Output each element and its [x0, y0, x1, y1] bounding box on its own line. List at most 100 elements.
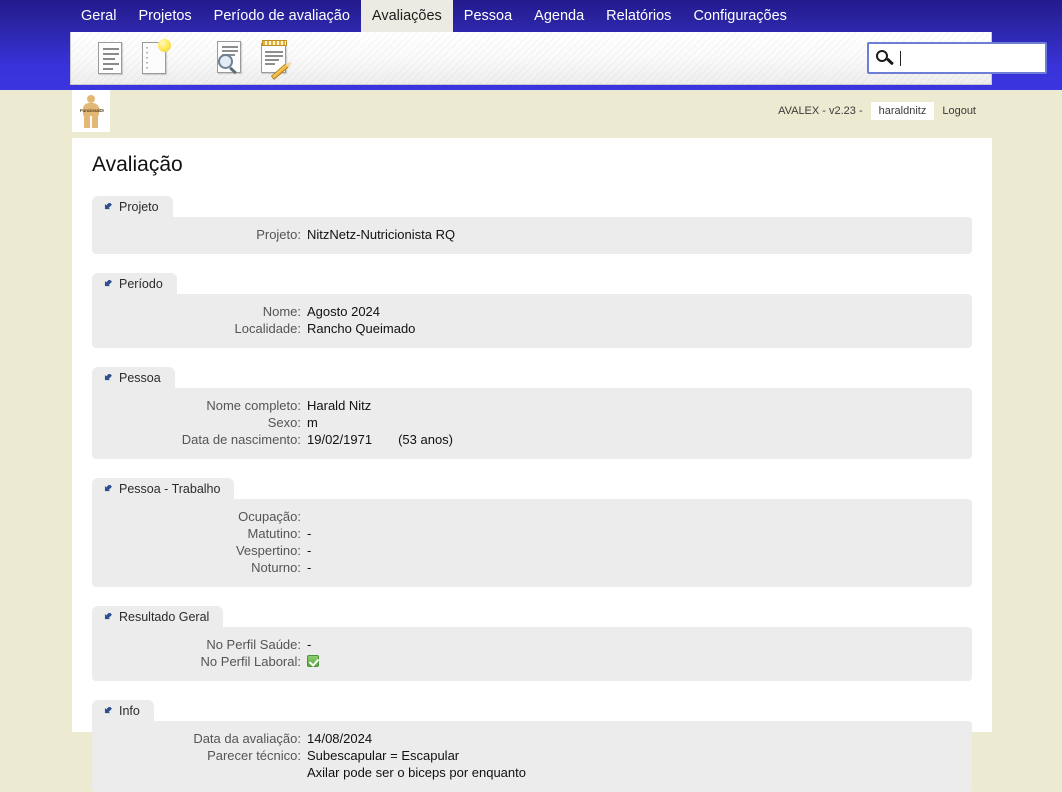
menu-item-projetos[interactable]: Projetos: [127, 0, 202, 32]
field-value: Axilar pode ser o biceps por enquanto: [307, 764, 526, 781]
section-body: Ocupação: Matutino: - Vespertino: - Noturno: -: [92, 499, 972, 587]
logout-link[interactable]: Logout: [934, 102, 984, 120]
field-label: Data de nascimento:: [181, 432, 301, 447]
magnifier-icon: [218, 54, 233, 69]
field-label: Noturno:: [251, 560, 301, 575]
field-label: Matutino:: [247, 526, 301, 541]
field-row: Projeto: NitzNetz-Nutricionista RQ: [92, 226, 972, 243]
field-value: [307, 653, 319, 670]
menu-item-per-odo-de-avalia-o[interactable]: Período de avaliação: [203, 0, 361, 32]
section-body: Nome completo: Harald Nitz Sexo: m Data de n…: [92, 388, 972, 459]
main-content: Avaliação Projeto Projeto: NitzNetz-Nutric…: [72, 138, 992, 792]
section-pessoa: Pessoa Nome completo: Harald Nitz Sexo: m Dat…: [92, 367, 972, 459]
section-body: Projeto: NitzNetz-Nutricionista RQ: [92, 217, 972, 254]
field-value-text: m: [307, 415, 318, 430]
sections-container: Projeto Projeto: NitzNetz-Nutricionista RQ…: [92, 196, 972, 792]
field-value-text: NitzNetz-Nutricionista RQ: [307, 227, 456, 242]
menu-item-pessoa[interactable]: Pessoa: [453, 0, 523, 32]
field-row: Nome: Agosto 2024: [92, 303, 972, 320]
field-row: Parecer técnico: Subescapular = Escapular: [92, 747, 972, 764]
section-tab-label: Resultado Geral: [119, 610, 210, 624]
section-pessoa-trabalho: Pessoa - Trabalho Ocupação: Matutino: - Vesp…: [92, 478, 972, 587]
menu-item-avalia-es[interactable]: Avaliações: [360, 0, 453, 32]
field-value-text: 14/08/2024: [307, 731, 373, 746]
field-value-text: -: [307, 526, 312, 541]
field-value-text: Harald Nitz: [307, 398, 372, 413]
section-tab-label: Pessoa: [119, 371, 161, 385]
section-info: Info Data da avaliação: 14/08/2024 Parecer …: [92, 700, 972, 792]
field-label: [92, 764, 307, 781]
field-row: Ocupação:: [92, 508, 972, 525]
field-value: Agosto 2024: [307, 303, 380, 320]
field-value: -: [307, 525, 311, 542]
section-tab-label: Projeto: [119, 200, 159, 214]
field-value-text: -: [307, 637, 312, 652]
field-value-extra: (53 anos): [398, 432, 453, 447]
new-document-icon[interactable]: [137, 39, 171, 77]
field-label: Vespertino:: [235, 543, 301, 558]
search-icon: [876, 49, 894, 67]
field-value: 14/08/2024: [307, 730, 372, 747]
field-value: Rancho Queimado: [307, 320, 415, 337]
toolbar-search-box[interactable]: [867, 42, 1047, 74]
field-value: 19/02/1971 (53 anos): [307, 431, 453, 448]
field-row: Data da avaliação: 14/08/2024: [92, 730, 972, 747]
field-label: Projeto:: [256, 227, 301, 242]
field-row: No Perfil Saúde: -: [92, 636, 972, 653]
section-projeto: Projeto Projeto: NitzNetz-Nutricionista RQ: [92, 196, 972, 254]
field-value-text: Axilar pode ser o biceps por enquanto: [307, 765, 526, 780]
content-sheet: FuncionalDI AVALEX - v2.23 - haraldnitz …: [72, 90, 992, 792]
section-tab-header[interactable]: Projeto: [92, 196, 173, 218]
toolbar-panel: [70, 32, 992, 85]
field-label: No Perfil Laboral:: [200, 654, 301, 669]
collapse-arrow-icon: [104, 373, 112, 380]
page-title: Avaliação: [92, 153, 183, 176]
section-tab-header[interactable]: Pessoa - Trabalho: [92, 478, 235, 500]
field-row: Localidade: Rancho Queimado: [92, 320, 972, 337]
field-value-text: -: [307, 543, 312, 558]
field-value-text: -: [307, 560, 312, 575]
field-value: NitzNetz-Nutricionista RQ: [307, 226, 455, 243]
current-user-label[interactable]: haraldnitz: [870, 102, 935, 120]
field-value-text: Rancho Queimado: [307, 321, 416, 336]
field-row: Noturno: -: [92, 559, 972, 576]
section-per-odo: Período Nome: Agosto 2024 Localidade: Rancho…: [92, 273, 972, 348]
toolbar-icon-group: [93, 39, 291, 80]
section-tab-header[interactable]: Resultado Geral: [92, 606, 224, 628]
field-value: -: [307, 542, 311, 559]
section-tab-header[interactable]: Info: [92, 700, 154, 722]
app-version-label: AVALEX - v2.23 -: [778, 105, 863, 117]
new-badge-icon: [158, 39, 171, 52]
main-menu-bar: Geral Projetos Período de avaliação Avaliaç…: [0, 0, 1062, 32]
menu-item-geral[interactable]: Geral: [70, 0, 127, 32]
document-icon[interactable]: [93, 39, 127, 77]
app-header: FuncionalDI AVALEX - v2.23 - haraldnitz …: [72, 90, 992, 138]
section-tab-header[interactable]: Período: [92, 273, 177, 295]
field-row: Data de nascimento: 19/02/1971 (53 anos): [92, 431, 972, 448]
menu-item-configura-es[interactable]: Configurações: [682, 0, 798, 32]
field-value-text: Agosto 2024: [307, 304, 381, 319]
field-label: Data da avaliação:: [193, 731, 301, 746]
search-document-icon[interactable]: [213, 39, 247, 77]
field-value: -: [307, 636, 311, 653]
logo-text: FuncionalDI: [80, 108, 104, 113]
menu-item-agenda[interactable]: Agenda: [523, 0, 595, 32]
app-chrome: Geral Projetos Período de avaliação Avaliaç…: [0, 0, 1062, 90]
app-logo[interactable]: FuncionalDI: [72, 90, 110, 132]
field-value-text: Subescapular = Escapular: [307, 748, 460, 763]
field-row: No Perfil Laboral:: [92, 653, 972, 670]
menu-item-relat-rios[interactable]: Relatórios: [595, 0, 682, 32]
field-label: No Perfil Saúde:: [206, 637, 301, 652]
section-tab-header[interactable]: Pessoa: [92, 367, 175, 389]
section-tab-label: Info: [119, 704, 140, 718]
field-label: Nome:: [262, 304, 301, 319]
field-label: Ocupação:: [238, 509, 301, 524]
search-input[interactable]: [901, 49, 1031, 67]
document-icon-glyph: [98, 42, 122, 74]
collapse-arrow-icon: [104, 484, 112, 491]
field-row: Matutino: -: [92, 525, 972, 542]
section-tab-label: Pessoa - Trabalho: [119, 482, 221, 496]
collapse-arrow-icon: [104, 706, 112, 713]
field-label: Parecer técnico:: [207, 748, 301, 763]
edit-notepad-icon[interactable]: [257, 39, 291, 80]
